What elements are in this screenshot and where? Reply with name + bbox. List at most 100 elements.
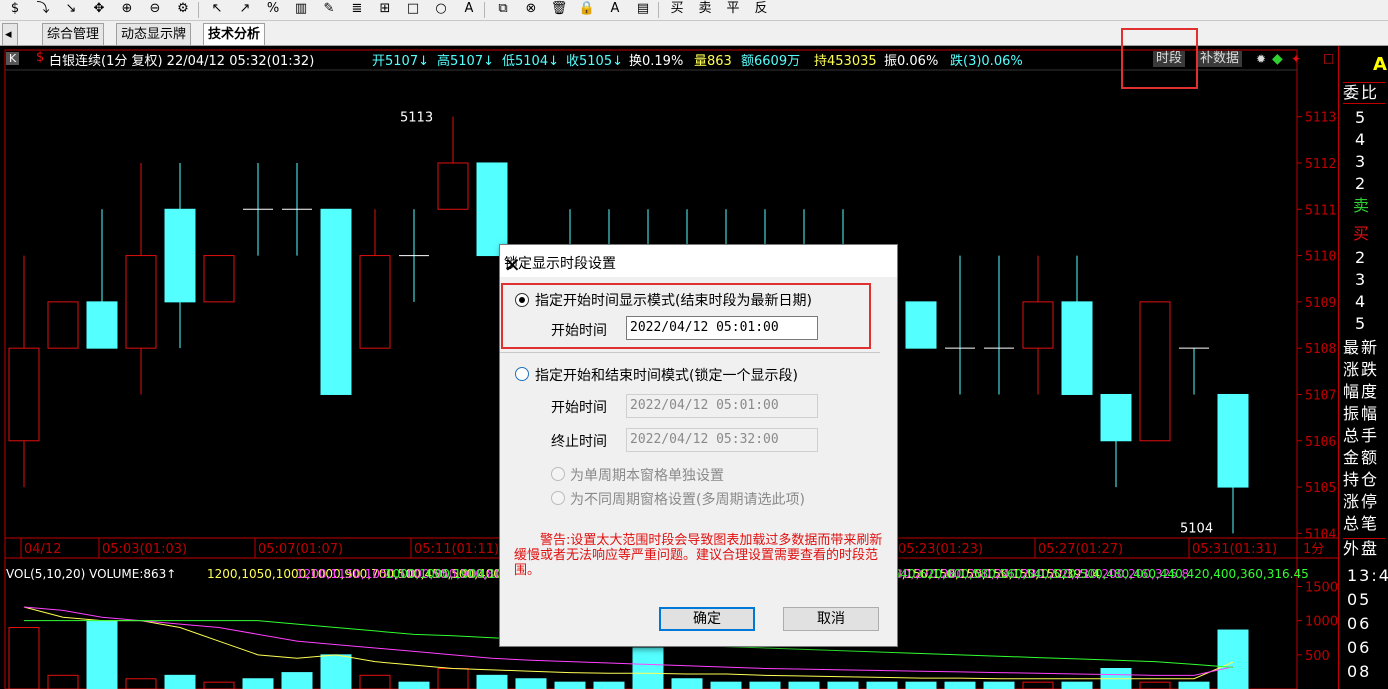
x-tick-label: 05:07(01:07) bbox=[258, 542, 343, 557]
mode1-label[interactable]: 指定开始时间显示模式(结束时段为最新日期) bbox=[535, 290, 812, 310]
volume-bar bbox=[671, 678, 703, 689]
buy-label: 买 bbox=[1353, 224, 1372, 243]
zoom-in-icon[interactable]: ⊕ bbox=[116, 0, 138, 20]
candle-body bbox=[359, 255, 391, 349]
dialog-titlebar: 锁定显示时段设置 ✕ bbox=[500, 245, 897, 277]
x-tick-label: 05:03(01:03) bbox=[102, 542, 187, 557]
mode1-radio[interactable] bbox=[515, 293, 529, 307]
line-icon[interactable]: ↗ bbox=[234, 0, 256, 20]
tab-scroll-left-icon[interactable]: ◂ bbox=[2, 23, 18, 45]
end-time-label: 终止时间 bbox=[551, 434, 607, 450]
single-period-label[interactable]: 为单周期本窗格单独设置 bbox=[570, 465, 724, 485]
candle-body bbox=[86, 301, 118, 349]
zoom-out-icon[interactable]: ⊖ bbox=[144, 0, 166, 20]
candle-body bbox=[1139, 301, 1171, 442]
close-icon[interactable]: ✕ bbox=[504, 253, 887, 277]
lock-icon[interactable]: 🔒 bbox=[576, 0, 598, 20]
circle-icon[interactable]: ○ bbox=[430, 0, 452, 20]
delete-icon[interactable]: ⊗ bbox=[520, 0, 542, 20]
quote-label: 涨跌 bbox=[1343, 360, 1380, 379]
candle-body bbox=[47, 301, 79, 349]
tab-technical-analysis[interactable]: 技术分析 bbox=[203, 23, 266, 45]
volume-bar bbox=[827, 681, 859, 689]
gear-icon[interactable]: ⚙ bbox=[172, 0, 194, 20]
start2-time-input[interactable]: 2022/04/12 05:01:00 bbox=[626, 394, 818, 418]
volume-bar bbox=[242, 678, 274, 689]
green-diamond-icon[interactable]: ◆ bbox=[1272, 51, 1283, 67]
k-badge[interactable]: K bbox=[6, 52, 20, 65]
start-time-label: 开始时间 bbox=[551, 323, 607, 339]
toolbar-separator bbox=[658, 2, 659, 18]
arrow-down-icon[interactable]: ⤵ bbox=[32, 0, 54, 20]
panel-header: A bbox=[1373, 54, 1387, 75]
tick-time: 05 bbox=[1347, 590, 1372, 609]
volume-bar bbox=[1178, 681, 1210, 689]
font-color-icon[interactable]: A bbox=[604, 0, 626, 20]
price-tick-label: 5104 bbox=[1305, 527, 1336, 542]
mode2-label[interactable]: 指定开始和结束时间模式(锁定一个显示段) bbox=[535, 365, 798, 385]
price-tick-label: 5111 bbox=[1305, 203, 1336, 218]
period-label: 1分 bbox=[1303, 542, 1324, 557]
price-tick-label: 5108 bbox=[1305, 342, 1336, 357]
end-time-input[interactable]: 2022/04/12 05:32:00 bbox=[626, 428, 818, 452]
lock-period-dialog: 锁定显示时段设置 ✕ 指定开始时间显示模式(结束时段为最新日期) 开始时间 20… bbox=[499, 244, 898, 647]
volume-tick-label: 500 bbox=[1305, 649, 1330, 664]
maximize-icon[interactable]: □ bbox=[1323, 51, 1334, 65]
red-marker-icon[interactable]: ✦ bbox=[1291, 52, 1301, 66]
volume-bar bbox=[398, 681, 430, 689]
lines-icon[interactable]: ≣ bbox=[346, 0, 368, 20]
divider bbox=[500, 352, 880, 353]
period-button-highlight bbox=[1121, 28, 1198, 89]
copy-icon[interactable]: ⧉ bbox=[492, 0, 514, 20]
volume-label: VOL(5,10,20) VOLUME:863↑ bbox=[6, 567, 176, 581]
buy-button[interactable]: 买 bbox=[666, 0, 688, 20]
bars-icon[interactable]: ▥ bbox=[290, 0, 312, 20]
settings-gear-icon[interactable]: ✹ bbox=[1256, 52, 1266, 66]
sell-level: 4 bbox=[1355, 130, 1368, 149]
fill-data-button[interactable]: 补数据 bbox=[1197, 51, 1243, 67]
multi-period-label[interactable]: 为不同周期窗格设置(多周期请选此项) bbox=[570, 489, 805, 509]
cancel-button[interactable]: 取消 bbox=[783, 607, 879, 631]
dollar-icon[interactable]: $ bbox=[4, 0, 26, 20]
candle-body bbox=[125, 255, 157, 349]
ok-button[interactable]: 确定 bbox=[659, 607, 755, 631]
volume-bar bbox=[866, 681, 898, 689]
close-value: 收5105↓ bbox=[566, 54, 623, 69]
volume-bar bbox=[359, 674, 391, 689]
single-period-radio[interactable] bbox=[551, 467, 565, 481]
volume-bar bbox=[476, 674, 508, 689]
volume-bar bbox=[125, 678, 157, 689]
move-icon[interactable]: ✥ bbox=[88, 0, 110, 20]
panel-icon[interactable]: ▤ bbox=[632, 0, 654, 20]
mode2-radio[interactable] bbox=[515, 367, 529, 381]
volume-bar bbox=[905, 681, 937, 689]
multi-period-radio[interactable] bbox=[551, 491, 565, 505]
text-icon[interactable]: A bbox=[458, 0, 480, 20]
volume-bar bbox=[1022, 681, 1054, 689]
quote-label: 最新 bbox=[1343, 338, 1380, 357]
percent-icon[interactable]: % bbox=[262, 0, 284, 20]
tab-comprehensive[interactable]: 综合管理 bbox=[42, 23, 105, 45]
grid-icon[interactable]: ⊞ bbox=[374, 0, 396, 20]
pointer-icon[interactable]: ↖ bbox=[206, 0, 228, 20]
warning-text: 警告:设置太大范围时段会导致图表加载过多数据而带来刷新缓慢或者无法响应等严重问题… bbox=[514, 533, 883, 578]
volume-bar bbox=[788, 681, 820, 689]
price-tick-label: 5113 bbox=[1305, 111, 1336, 126]
pen-icon[interactable]: ✎ bbox=[318, 0, 340, 20]
reverse-button[interactable]: 反 bbox=[750, 0, 772, 20]
rect-icon[interactable]: □ bbox=[402, 0, 424, 20]
volume-bar bbox=[554, 681, 586, 689]
sell-button[interactable]: 卖 bbox=[694, 0, 716, 20]
trash-icon[interactable]: 🗑 bbox=[548, 0, 570, 20]
volume-bar bbox=[749, 681, 781, 689]
candle-body bbox=[476, 162, 508, 257]
price-tick-label: 5112 bbox=[1305, 157, 1336, 172]
volume-bar bbox=[1139, 681, 1171, 689]
arrow-diag-icon[interactable]: ↘ bbox=[60, 0, 82, 20]
close-position-button[interactable]: 平 bbox=[722, 0, 744, 20]
tab-dynamic-board[interactable]: 动态显示牌 bbox=[116, 23, 192, 45]
instrument-title: 白银连续(1分 复权) 22/04/12 05:32(01:32) bbox=[49, 54, 315, 69]
volume-bar bbox=[86, 620, 118, 689]
quote-label: 振幅 bbox=[1343, 404, 1380, 423]
start-time-input[interactable]: 2022/04/12 05:01:00 bbox=[626, 316, 818, 340]
